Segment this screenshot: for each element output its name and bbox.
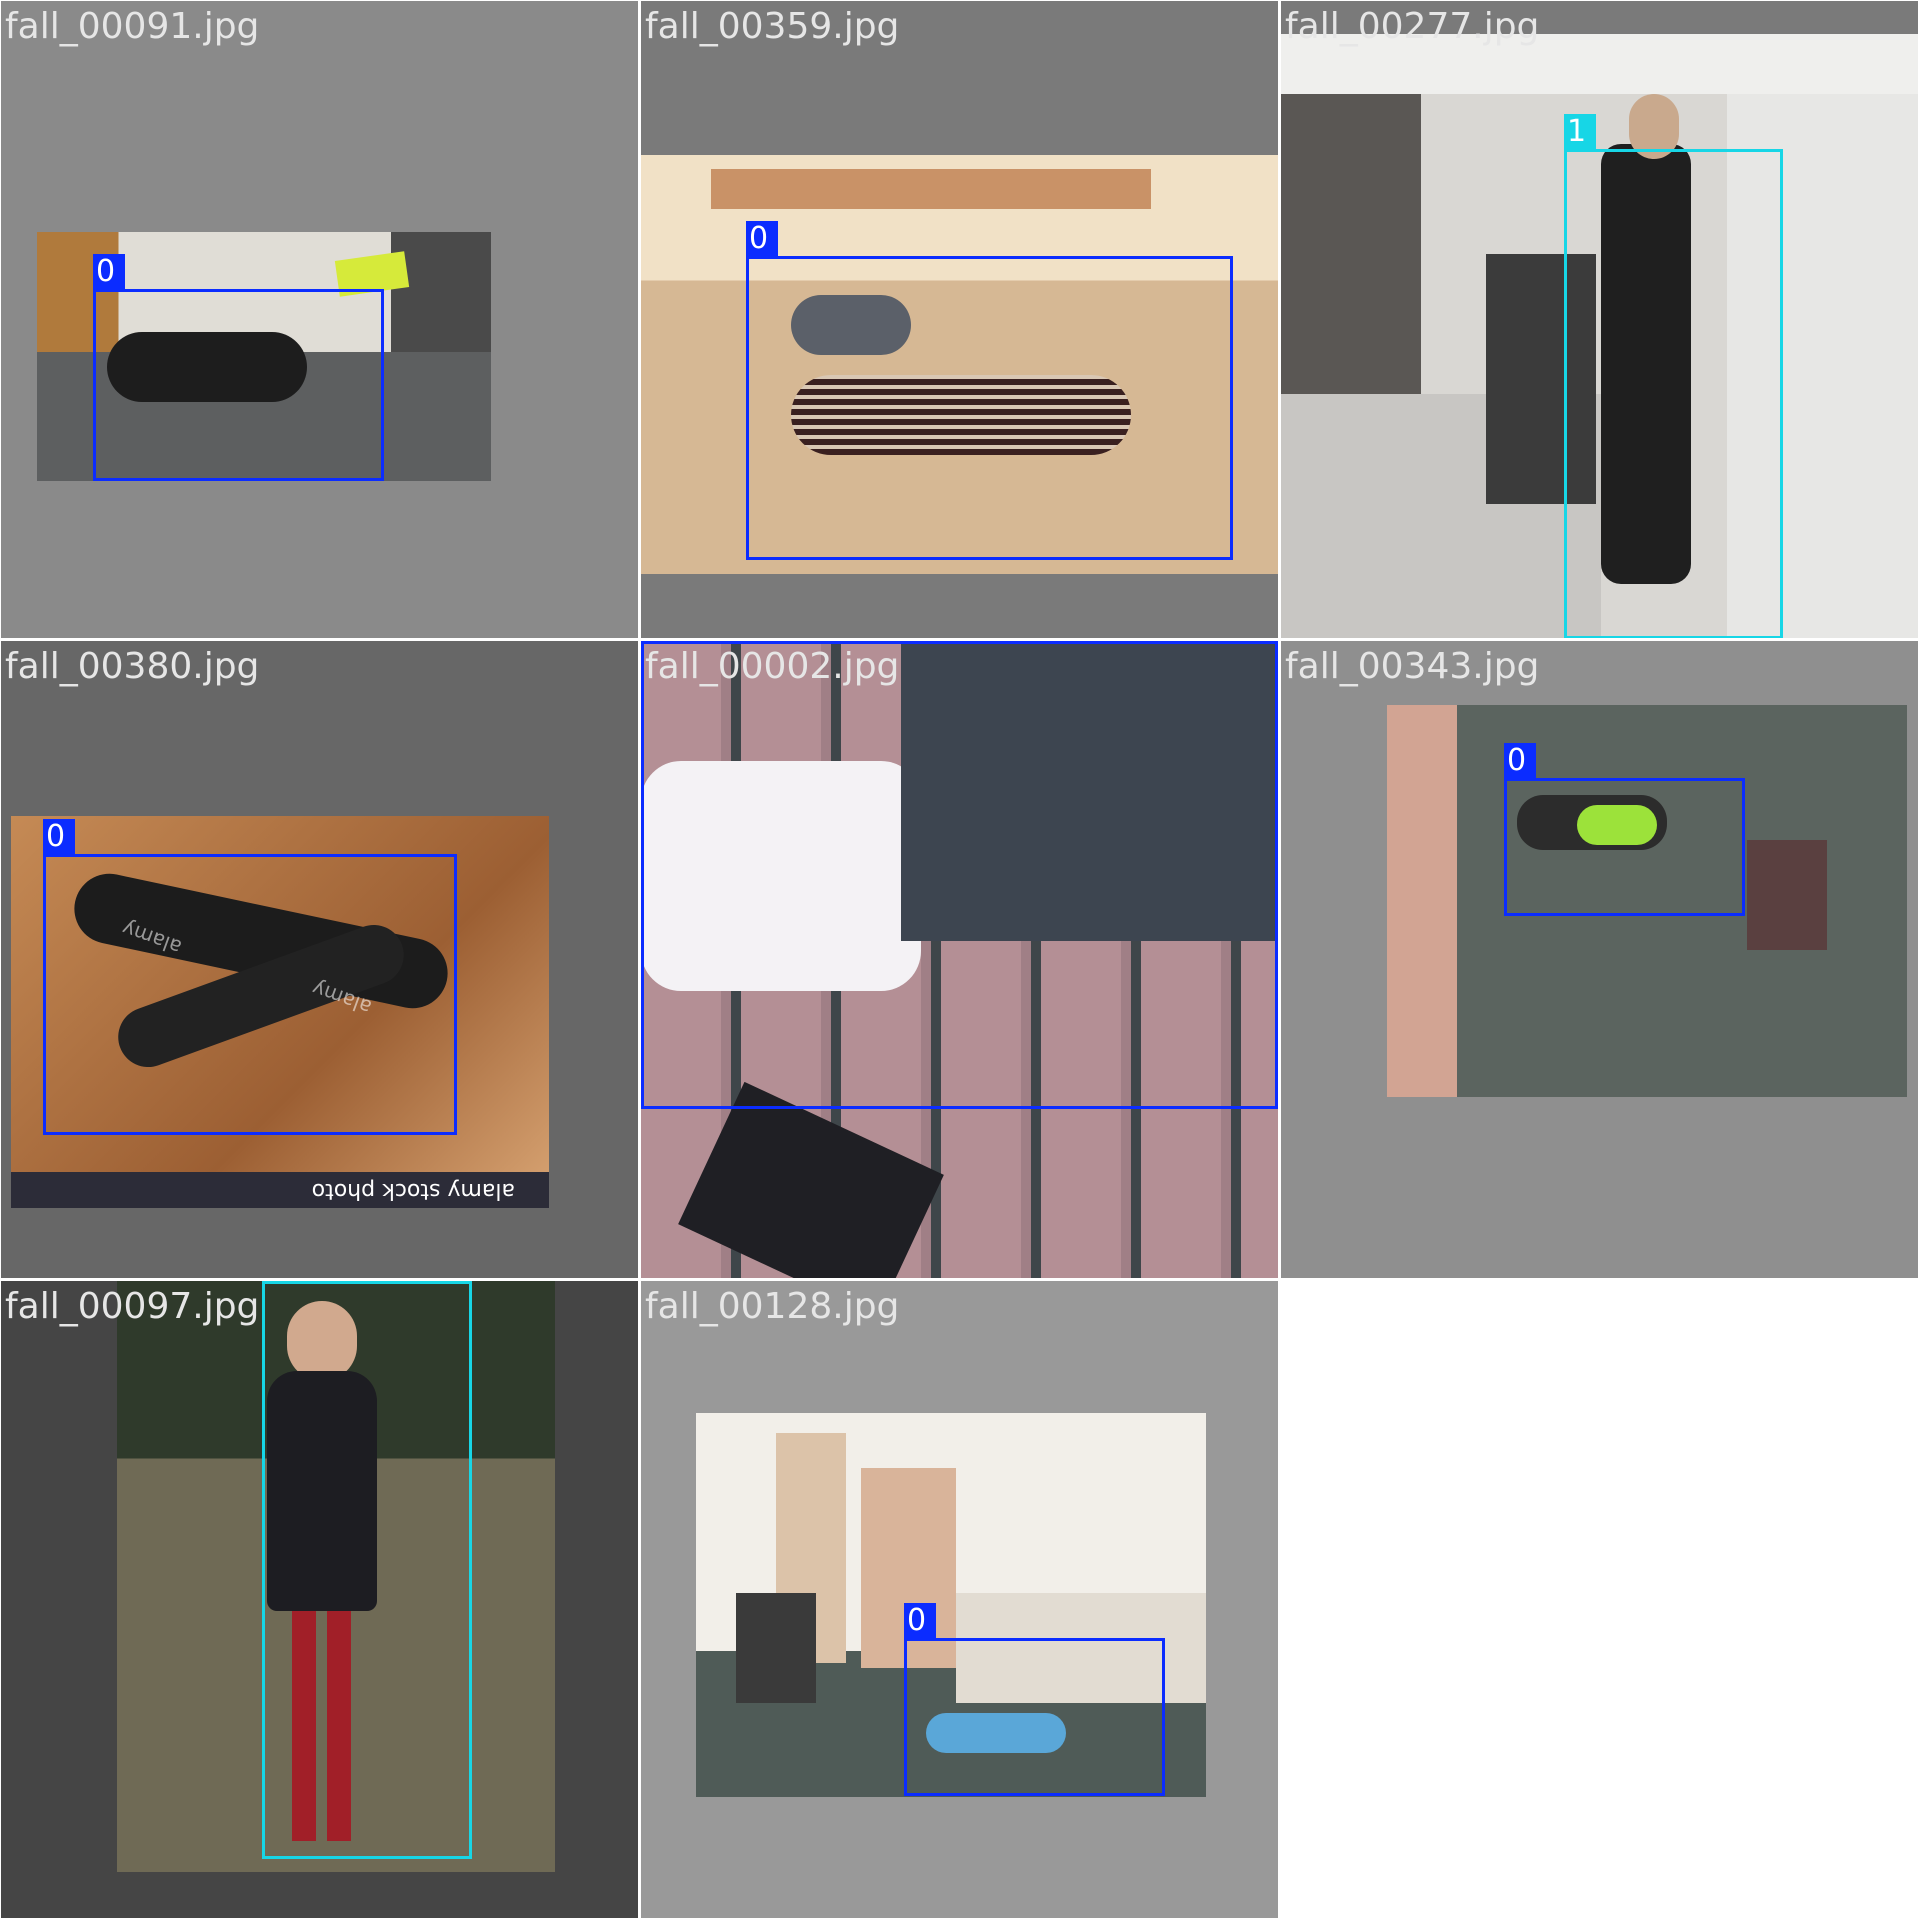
class-label: 1	[1564, 114, 1596, 149]
class-label: 0	[93, 254, 125, 289]
mosaic-tile-2: 0 fall_00359.jpg	[641, 1, 1278, 638]
filename-label: fall_00277.jpg	[1285, 6, 1540, 47]
mosaic-tile-1: 0 fall_00091.jpg	[1, 1, 638, 638]
bounding-box: 1	[262, 1281, 472, 1859]
filename-label: fall_00097.jpg	[5, 1286, 260, 1327]
bounding-box: 0	[43, 819, 457, 1135]
class-label: 0	[1504, 743, 1536, 778]
mosaic-tile-5: 0 fall_00002.jpg	[641, 641, 1278, 1278]
bounding-box: 1	[1564, 114, 1783, 638]
mosaic-tile-4: alamy alamy alamy stock photo 0 fall_003…	[1, 641, 638, 1278]
class-label: 0	[904, 1603, 936, 1638]
filename-label: fall_00002.jpg	[645, 646, 900, 687]
watermark-banner: alamy stock photo	[11, 1172, 549, 1208]
empty-cell	[1281, 1281, 1920, 1920]
bounding-box: 0	[746, 221, 1233, 560]
bounding-box: 0	[641, 641, 1278, 1109]
bounding-box: 0	[1504, 743, 1745, 916]
class-label: 0	[746, 221, 778, 256]
filename-label: fall_00128.jpg	[645, 1286, 900, 1327]
bounding-box: 0	[93, 254, 384, 481]
bounding-box: 0	[904, 1603, 1165, 1796]
filename-label: fall_00359.jpg	[645, 6, 900, 47]
class-label: 0	[43, 819, 75, 854]
mosaic-tile-6: 0 fall_00343.jpg	[1281, 641, 1918, 1278]
mosaic-tile-7: 1 fall_00097.jpg	[1, 1281, 638, 1918]
filename-label: fall_00343.jpg	[1285, 646, 1540, 687]
filename-label: fall_00380.jpg	[5, 646, 260, 687]
mosaic-tile-8: 0 fall_00128.jpg	[641, 1281, 1278, 1918]
mosaic-tile-3: 1 fall_00277.jpg	[1281, 1, 1918, 638]
filename-label: fall_00091.jpg	[5, 6, 260, 47]
